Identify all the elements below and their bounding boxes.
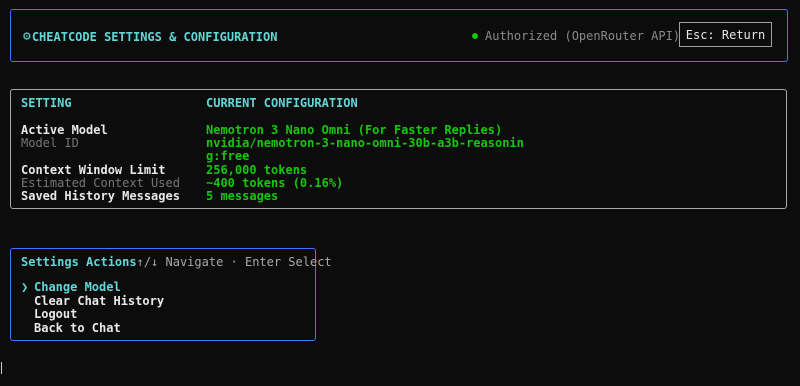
config-value: nvidia/nemotron-3-nano-omni-30b-a3b-reas… <box>206 136 524 150</box>
text-cursor <box>1 362 2 374</box>
actions-title: Settings Actions↑/↓ Navigate · Enter Sel… <box>21 255 332 269</box>
menu-item-label: Logout <box>34 307 78 321</box>
config-value: g:free <box>206 149 250 163</box>
actions-menu: ❯ Change Model Clear Chat History Logout … <box>21 280 165 336</box>
menu-item-label: Back to Chat <box>34 320 121 335</box>
pointer-icon: ❯ <box>21 280 29 294</box>
config-value: 5 messages <box>206 189 279 203</box>
column-header-setting: SETTING <box>21 96 72 110</box>
config-row-model-id-cont: g:free <box>21 149 761 163</box>
menu-item-logout[interactable]: Logout <box>21 307 164 322</box>
column-header-current: CURRENT CONFIGURATION <box>206 96 358 110</box>
config-key: Context Window Limit <box>21 163 166 177</box>
app-title: ⚙ CHEATCODE SETTINGS & CONFIGURATION <box>23 29 277 44</box>
gear-icon: ⚙ <box>23 29 31 44</box>
settings-actions-panel: Settings Actions↑/↓ Navigate · Enter Sel… <box>10 248 332 341</box>
menu-item-change-model[interactable]: ❯ Change Model <box>21 280 164 295</box>
auth-status: Authorized (OpenRouter API) <box>472 29 680 43</box>
menu-item-label: Clear Chat History <box>34 293 165 308</box>
config-key: Active Model <box>21 123 108 137</box>
config-row-context-used: Estimated Context Used ~400 tokens (0.16… <box>21 176 761 190</box>
menu-item-clear-history[interactable]: Clear Chat History <box>21 293 165 309</box>
header-panel: ⚙ CHEATCODE SETTINGS & CONFIGURATION Auth… <box>10 9 788 62</box>
config-value: 256,000 tokens <box>206 163 308 177</box>
auth-status-text: Authorized (OpenRouter API) <box>485 29 681 43</box>
config-row-active-model: Active Model Nemotron 3 Nano Omni (For F… <box>21 123 761 137</box>
menu-item-back-to-chat[interactable]: Back to Chat <box>21 320 164 336</box>
navigation-hint: ↑/↓ Navigate · Enter Select <box>136 255 332 269</box>
config-key: Model ID <box>21 136 79 150</box>
config-key: Estimated Context Used <box>21 176 180 190</box>
configuration-panel: SETTING CURRENT CONFIGURATION Active Mod… <box>10 89 787 209</box>
config-row-model-id: Model ID nvidia/nemotron-3-nano-omni-30b… <box>21 136 761 150</box>
config-row-saved-history: Saved History Messages 5 messages <box>21 189 761 203</box>
config-value: Nemotron 3 Nano Omni (For Faster Replies… <box>206 123 503 137</box>
app-title-text: CHEATCODE SETTINGS & CONFIGURATION <box>31 29 278 44</box>
config-value: ~400 tokens (0.16%) <box>206 176 344 190</box>
esc-return-button[interactable]: Esc: Return <box>679 22 772 47</box>
config-key: Saved History Messages <box>21 189 180 203</box>
status-dot-icon <box>472 33 478 39</box>
menu-item-label: Change Model <box>34 280 121 294</box>
config-row-context-limit: Context Window Limit 256,000 tokens <box>21 163 761 177</box>
actions-title-text: Settings Actions <box>21 255 137 269</box>
